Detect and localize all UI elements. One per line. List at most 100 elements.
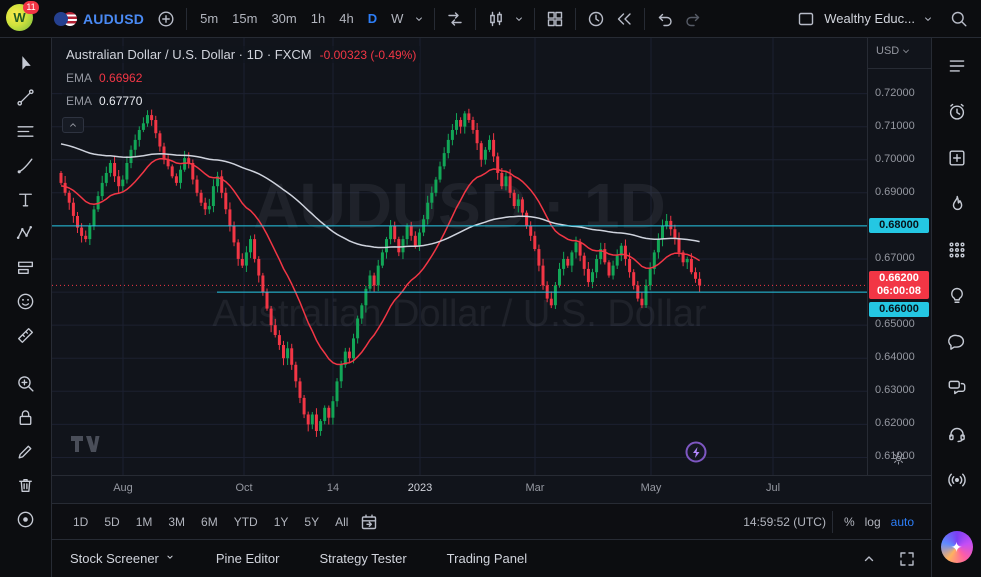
- tab-stock-screener[interactable]: Stock Screener: [70, 551, 176, 566]
- interval-button-1h[interactable]: 1h: [304, 7, 332, 30]
- main-row: AUDUSD · 1DAustralian Dollar / U.S. Doll…: [0, 38, 981, 577]
- text-tool-icon[interactable]: [7, 182, 45, 216]
- panel-maximize-icon[interactable]: [893, 545, 921, 573]
- interval-button-W[interactable]: W: [384, 7, 410, 30]
- range-button-1y[interactable]: 1Y: [267, 511, 296, 533]
- chart-column: AUDUSD · 1DAustralian Dollar / U.S. Doll…: [52, 38, 931, 577]
- fib-retracement-tool-icon[interactable]: [7, 114, 45, 148]
- alert-icon[interactable]: [582, 5, 610, 33]
- range-button-ytd[interactable]: YTD: [227, 511, 265, 533]
- bottom-panel: Stock Screener Pine Editor Strategy Tester…: [52, 539, 931, 577]
- undo-icon[interactable]: [651, 5, 679, 33]
- go-to-date-icon[interactable]: [355, 508, 383, 536]
- calendar-icon[interactable]: [939, 234, 975, 266]
- symbol-search-button[interactable]: AUDUSD: [46, 7, 152, 31]
- legend-collapse-button[interactable]: [62, 117, 84, 133]
- time-label: 14: [327, 482, 339, 494]
- trend-line-tool-icon[interactable]: [7, 80, 45, 114]
- edit-drawing-icon[interactable]: [7, 434, 45, 468]
- interval-button-D[interactable]: D: [361, 7, 384, 30]
- range-button-5y[interactable]: 5Y: [297, 511, 326, 533]
- price-label: 0.71000: [875, 120, 915, 133]
- time-label: Jul: [766, 482, 780, 494]
- symbol-title[interactable]: Australian Dollar / U.S. Dollar · 1D · F…: [66, 47, 312, 62]
- layout-name: Wealthy Educ...: [824, 11, 915, 26]
- interval-menu-chevron-icon[interactable]: [410, 5, 428, 33]
- time-label: Mar: [526, 482, 545, 494]
- currency-pair-flags-icon: [54, 12, 77, 26]
- measure-tool-icon[interactable]: [7, 318, 45, 352]
- brush-tool-icon[interactable]: [7, 148, 45, 182]
- notification-badge: 11: [23, 1, 39, 14]
- range-button-3m[interactable]: 3M: [161, 511, 192, 533]
- time-axis[interactable]: AugOct142023MarMayJul: [52, 475, 931, 503]
- percent-scale-button[interactable]: %: [839, 512, 860, 532]
- news-icon[interactable]: [939, 142, 975, 174]
- layout-box-icon: [792, 5, 820, 33]
- axis-settings-gear-icon[interactable]: [890, 450, 910, 470]
- auto-scale-button[interactable]: auto: [886, 512, 919, 532]
- price-axis-currency[interactable]: USD: [876, 45, 911, 57]
- lock-all-drawings-icon[interactable]: [7, 400, 45, 434]
- price-axis[interactable]: USD 0.720000.710000.700000.690000.680000…: [867, 38, 931, 475]
- range-button-all[interactable]: All: [328, 511, 355, 533]
- bar-replay-icon[interactable]: [610, 5, 638, 33]
- redo-icon[interactable]: [679, 5, 707, 33]
- zoom-in-tool-icon[interactable]: [7, 366, 45, 400]
- indicator-ema-2[interactable]: EMA 0.67770: [62, 93, 146, 109]
- cursor-tool-icon[interactable]: [7, 46, 45, 80]
- ideas-icon[interactable]: [939, 280, 975, 312]
- chevron-down-icon: [164, 551, 176, 566]
- chart-style-chevron-icon[interactable]: [510, 5, 528, 33]
- interval-button-5m[interactable]: 5m: [193, 7, 225, 30]
- xabcd-pattern-tool-icon[interactable]: [7, 216, 45, 250]
- chevron-down-icon: [901, 46, 911, 56]
- add-symbol-icon[interactable]: [152, 5, 180, 33]
- tab-pine-editor[interactable]: Pine Editor: [216, 551, 280, 566]
- watchlist-icon[interactable]: [939, 50, 975, 82]
- range-button-1m[interactable]: 1M: [129, 511, 160, 533]
- clock[interactable]: 14:59:52 (UTC): [743, 515, 826, 529]
- aud-flag-icon: [54, 12, 68, 26]
- interval-button-4h[interactable]: 4h: [332, 7, 360, 30]
- tab-strategy-tester[interactable]: Strategy Tester: [319, 551, 406, 566]
- ema-label: EMA: [66, 94, 92, 108]
- price-change: -0.00323 (-0.49%): [320, 48, 417, 62]
- range-toolbar: 1D5D1M3M6MYTD1Y5YAll 14:59:52 (UTC) % lo…: [52, 503, 931, 539]
- price-label: 0.72000: [875, 87, 915, 100]
- log-scale-button[interactable]: log: [860, 512, 886, 532]
- separator: [434, 8, 435, 30]
- interval-button-15m[interactable]: 15m: [225, 7, 264, 30]
- ema-value: 0.66962: [99, 71, 142, 85]
- price-chart[interactable]: AUDUSD · 1DAustralian Dollar / U.S. Doll…: [52, 38, 867, 475]
- multichart-layout-icon[interactable]: [541, 5, 569, 33]
- range-button-6m[interactable]: 6M: [194, 511, 225, 533]
- hotlists-icon[interactable]: [939, 188, 975, 220]
- separator: [644, 8, 645, 30]
- emoji-tool-icon[interactable]: [7, 284, 45, 318]
- promo-assistant-icon[interactable]: ✦: [941, 531, 973, 563]
- tradingview-logo[interactable]: [70, 434, 100, 459]
- user-menu-button[interactable]: W 11: [6, 4, 36, 34]
- search-icon[interactable]: [945, 5, 973, 33]
- chats-icon[interactable]: [939, 326, 975, 358]
- indicator-ema-1[interactable]: EMA 0.66962: [62, 70, 146, 86]
- range-button-5d[interactable]: 5D: [97, 511, 126, 533]
- chart-style-icon[interactable]: [482, 5, 510, 33]
- layout-menu-button[interactable]: Wealthy Educ...: [788, 3, 941, 35]
- panel-expand-chevron-icon[interactable]: [855, 545, 883, 573]
- ema-label: EMA: [66, 71, 92, 85]
- support-icon[interactable]: [939, 418, 975, 450]
- range-button-1d[interactable]: 1D: [66, 511, 95, 533]
- streams-icon[interactable]: [939, 372, 975, 404]
- broadcast-icon[interactable]: [939, 464, 975, 496]
- long-position-tool-icon[interactable]: [7, 250, 45, 284]
- tab-trading-panel[interactable]: Trading Panel: [447, 551, 527, 566]
- interval-button-30m[interactable]: 30m: [264, 7, 303, 30]
- bottom-panel-tabs: Stock Screener Pine Editor Strategy Tester…: [70, 551, 527, 566]
- compare-icon[interactable]: [441, 5, 469, 33]
- price-label: 0.64000: [875, 351, 915, 364]
- hide-drawings-icon[interactable]: [7, 502, 45, 536]
- alerts-icon[interactable]: [939, 96, 975, 128]
- remove-drawings-icon[interactable]: [7, 468, 45, 502]
